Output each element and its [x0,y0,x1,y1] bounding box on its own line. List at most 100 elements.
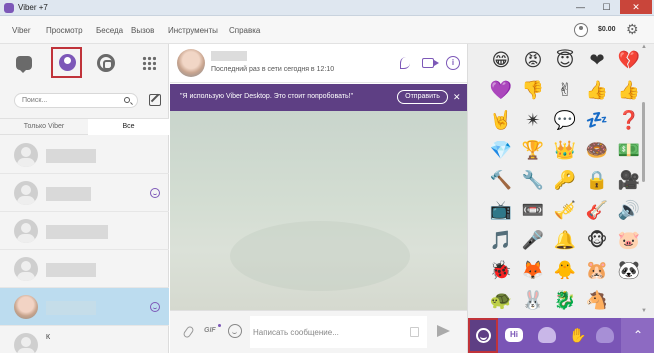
contact-list: К [0,136,169,353]
sticker-item[interactable]: 🏆 [520,138,546,164]
list-item[interactable] [0,174,169,212]
sticker-item[interactable]: 🐢 [488,288,514,314]
sticker-item[interactable]: 👍 [616,78,642,104]
menu-help[interactable]: Справка [229,26,260,35]
sticker-item[interactable]: 👎 [520,78,546,104]
sticker-item[interactable]: 🎸 [584,198,610,224]
maximize-button[interactable]: ☐ [594,0,619,14]
sticker-item[interactable]: 💜 [488,78,514,104]
contacts-tab[interactable] [51,47,82,78]
expand-up-icon[interactable]: ⌃ [621,318,654,353]
scroll-down-arrow-icon[interactable]: ▼ [641,308,647,314]
sticker-item[interactable]: ❓ [616,108,642,134]
list-item[interactable] [0,288,169,326]
sticker-item[interactable]: 👍 [584,78,610,104]
sticker-item[interactable]: 🐹 [584,258,610,284]
tab-sticker-pack-2[interactable] [596,327,614,343]
list-item[interactable] [0,136,169,174]
sticker-item[interactable]: 🔨 [488,168,514,194]
list-item[interactable] [0,212,169,250]
info-icon[interactable]: i [446,56,460,70]
phone-icon[interactable] [400,57,410,69]
message-input[interactable] [253,326,403,338]
list-item[interactable]: К [0,326,169,353]
tab-hand-stickers[interactable]: ✋ [563,318,593,353]
new-message-icon[interactable] [149,94,161,106]
message-area[interactable] [170,111,467,310]
sticker-item[interactable]: 🍩 [584,138,610,164]
public-chats-icon[interactable] [97,54,115,72]
chat-contact-name [211,51,247,61]
minimize-button[interactable]: — [568,0,593,14]
sticker-item[interactable]: 🎵 [488,228,514,254]
close-icon[interactable]: ✕ [453,91,461,103]
sticker-item[interactable]: ✴ [520,108,546,134]
sticker-item[interactable]: 🐵 [584,228,610,254]
menu-call[interactable]: Вызов [131,26,154,35]
trash-icon[interactable] [410,327,419,337]
sticker-item[interactable]: 💵 [616,138,642,164]
sticker-item[interactable]: 🐴 [584,288,610,314]
gif-button[interactable]: GIF [204,327,216,334]
gear-icon[interactable]: ⚙ [626,21,639,37]
sticker-item[interactable]: 🔑 [552,168,578,194]
sticker-panel: 😁 😡 😇 ❤ 💔 💜 👎 ✌ 👍 👍 🤘 ✴ 💬 💤 ❓ 💎 🏆 👑 🍩 💵 🔨 🔧 🔑 🔒 🎥 📺 📼 🎺 🎸 🔊 🎵 🎤 🔔 🐵 🐷 🐞 🦊 🐥 🐹 🐼… [467,44,654,353]
sticker-item[interactable]: 🔊 [616,198,642,224]
tab-emoticons[interactable] [468,318,498,353]
sticker-item[interactable]: ✌ [552,78,578,104]
avatar [14,219,38,243]
balance-value[interactable]: $0.00 [598,26,616,33]
sticker-item[interactable]: 😡 [520,48,546,74]
sticker-item[interactable]: 💤 [584,108,610,134]
sticker-item[interactable]: 🐷 [616,228,642,254]
tab-sticker-pack-1[interactable] [538,327,556,343]
sticker-item[interactable]: 🔧 [520,168,546,194]
sticker-item[interactable]: 💎 [488,138,514,164]
tab-viber-only[interactable]: Только Viber [0,119,88,135]
sticker-item[interactable]: 😇 [552,48,578,74]
window-title: Viber +7 [18,3,48,12]
dialpad-icon[interactable] [142,56,156,70]
sticker-item[interactable]: 😁 [488,48,514,74]
sticker-item[interactable]: 🐼 [616,258,642,284]
close-window-button[interactable]: ✕ [620,0,652,14]
sticker-item[interactable]: 🐞 [488,258,514,284]
search-icon[interactable] [124,97,130,103]
sticker-item[interactable]: 📼 [520,198,546,224]
video-call-icon[interactable] [422,58,434,68]
menu-view[interactable]: Просмотр [46,26,83,35]
sticker-item[interactable]: 📺 [488,198,514,224]
sticker-item[interactable]: 🤘 [488,108,514,134]
contacts-icon [59,54,76,71]
promo-send-button[interactable]: Отправить [397,90,448,104]
sticker-item[interactable]: 👑 [552,138,578,164]
sticker-item[interactable]: 🐰 [520,288,546,314]
scrollbar-thumb[interactable] [642,102,645,182]
sticker-item[interactable]: 💬 [552,108,578,134]
menu-viber[interactable]: Viber [12,26,31,35]
sticker-item[interactable]: 🎺 [552,198,578,224]
sticker-item[interactable]: 🐉 [552,288,578,314]
sticker-item[interactable]: 🦊 [520,258,546,284]
sticker-item[interactable]: 🎥 [616,168,642,194]
tab-hi-stickers[interactable]: Hi [505,328,523,342]
send-icon[interactable] [437,325,450,337]
chats-icon[interactable] [16,56,32,73]
paperclip-icon[interactable] [182,325,195,339]
sticker-item[interactable]: 🔔 [552,228,578,254]
avatar[interactable] [177,49,205,77]
menu-conversation[interactable]: Беседа [96,26,123,35]
sticker-item[interactable]: 💔 [616,48,642,74]
search-input[interactable] [22,95,122,106]
list-item[interactable] [0,250,169,288]
sticker-item[interactable]: 🐥 [552,258,578,284]
last-seen-status: Последний раз в сети сегодня в 12:10 [211,66,335,73]
menu-tools[interactable]: Инструменты [168,26,218,35]
scroll-up-arrow-icon[interactable]: ▲ [641,44,647,50]
tab-all[interactable]: Все [88,119,169,135]
sticker-item[interactable]: 🎤 [520,228,546,254]
sticker-item[interactable]: 🔒 [584,168,610,194]
sticker-item[interactable]: ❤ [584,48,610,74]
account-icon[interactable] [574,23,588,37]
smiley-icon[interactable] [228,324,242,338]
